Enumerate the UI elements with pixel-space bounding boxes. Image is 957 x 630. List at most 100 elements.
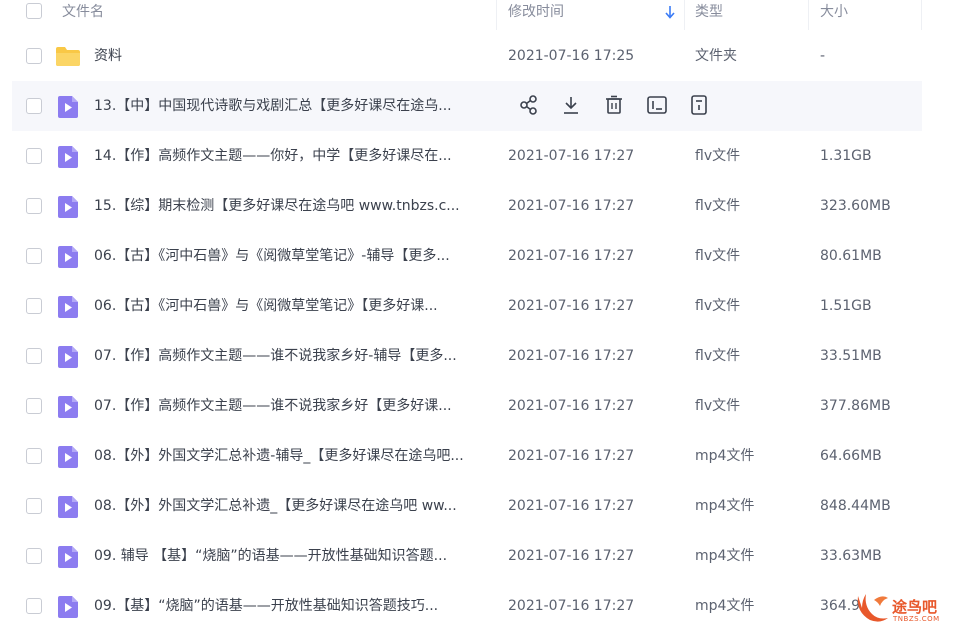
file-row[interactable]: 09.【基】“烧脑”的语基——开放性基础知识答题技巧... 2021-07-16 … [0,581,957,630]
video-file-icon [58,446,78,468]
video-file-icon [58,496,78,518]
file-name[interactable]: 06.【古】《河中石兽》与《阅微草堂笔记》-辅导【更多... [94,231,486,281]
row-checkbox[interactable] [26,198,42,214]
sort-desc-arrow-icon[interactable] [664,5,676,19]
column-type-header[interactable]: 类型 [695,0,723,28]
file-name[interactable]: 09.【基】“烧脑”的语基——开放性基础知识答题技巧... [94,581,486,630]
modified-time: 2021-07-16 17:27 [508,198,635,214]
file-row[interactable]: 14.【作】高频作文主题——你好，中学【更多好课尽在... 2021-07-16 … [0,131,957,181]
modified-time: 2021-07-16 17:27 [508,448,635,464]
row-checkbox[interactable] [26,548,42,564]
file-type: mp4文件 [695,448,755,464]
column-modified-header[interactable]: 修改时间 [508,0,564,28]
modified-time: 2021-07-16 17:27 [508,348,635,364]
row-checkbox[interactable] [26,498,42,514]
file-type: mp4文件 [695,548,755,564]
file-size: 33.63MB [820,548,882,564]
file-row-hovered[interactable]: 13.【中】中国现代诗歌与戏剧汇总【更多好课尽在途乌... [12,81,922,131]
file-type: flv文件 [695,348,741,364]
file-name[interactable]: 09. 辅导 【基】“烧脑”的语基——开放性基础知识答题... [94,531,486,581]
modified-time: 2021-07-16 17:27 [508,498,635,514]
video-file-icon [58,546,78,568]
file-size: 80.61MB [820,248,882,264]
file-row[interactable]: 07.【作】高频作文主题——谁不说我家乡好-辅导【更多... 2021-07-16… [0,331,957,381]
modified-time: 2021-07-16 17:27 [508,248,635,264]
folder-icon [56,47,80,66]
video-file-icon [58,596,78,618]
row-checkbox[interactable] [26,248,42,264]
file-type: 文件夹 [695,48,737,64]
video-file-icon [58,146,78,168]
row-checkbox[interactable] [26,298,42,314]
rename-icon[interactable] [646,94,668,116]
row-checkbox[interactable] [26,48,42,64]
file-name[interactable]: 资料 [94,31,486,81]
file-row[interactable]: 09. 辅导 【基】“烧脑”的语基——开放性基础知识答题... 2021-07-1… [0,531,957,581]
file-size: 1.51GB [820,298,872,314]
video-file-icon [58,396,78,418]
watermark-logo: 途鸟吧 TNBZS.COM [852,588,957,630]
column-divider [684,0,685,30]
modified-time: 2021-07-16 17:25 [508,48,635,64]
file-row[interactable]: 07.【作】高频作文主题——谁不说我家乡好【更多好课... 2021-07-16 … [0,381,957,431]
column-divider [921,0,922,30]
column-name-header[interactable]: 文件名 [62,0,104,28]
modified-time: 2021-07-16 17:27 [508,548,635,564]
file-size: 377.86MB [820,398,891,414]
file-row[interactable]: 06.【古】《河中石兽》与《阅微草堂笔记》-辅导【更多... 2021-07-16… [0,231,957,281]
file-row[interactable]: 06.【古】《河中石兽》与《阅微草堂笔记》【更多好课... 2021-07-16 … [0,281,957,331]
file-name[interactable]: 07.【作】高频作文主题——谁不说我家乡好-辅导【更多... [94,331,486,381]
modified-time: 2021-07-16 17:27 [508,298,635,314]
file-type: flv文件 [695,148,741,164]
file-size: 64.66MB [820,448,882,464]
file-name[interactable]: 07.【作】高频作文主题——谁不说我家乡好【更多好课... [94,381,486,431]
video-file-icon [58,246,78,268]
video-file-icon [58,346,78,368]
more-icon[interactable] [688,94,710,116]
file-type: flv文件 [695,198,741,214]
row-checkbox[interactable] [26,398,42,414]
file-size: 33.51MB [820,348,882,364]
file-name[interactable]: 14.【作】高频作文主题——你好，中学【更多好课尽在... [94,131,486,181]
file-name[interactable]: 06.【古】《河中石兽》与《阅微草堂笔记》【更多好课... [94,281,486,331]
modified-time: 2021-07-16 17:27 [508,398,635,414]
video-file-icon [58,296,78,318]
delete-icon[interactable] [603,94,625,116]
file-size: - [820,48,826,64]
video-file-icon [58,96,78,118]
row-checkbox[interactable] [26,348,42,364]
file-row[interactable]: 08.【外】外国文学汇总补遗_【更多好课尽在途乌吧 ww... 2021-07-1… [0,481,957,531]
file-name[interactable]: 08.【外】外国文学汇总补遗_【更多好课尽在途乌吧 ww... [94,481,486,531]
file-type: flv文件 [695,298,741,314]
file-type: mp4文件 [695,598,755,614]
file-list-header: 文件名 修改时间 类型 大小 [0,0,957,30]
column-divider [808,0,809,30]
column-divider [496,0,497,30]
watermark-text: 途鸟吧 [892,598,938,616]
file-row[interactable]: 15.【综】期末检测【更多好课尽在途乌吧 www.tnbzs.c... 2021-… [0,181,957,231]
file-type: flv文件 [695,398,741,414]
watermark-subtext: TNBZS.COM [893,615,940,623]
bird-logo-icon [857,594,888,622]
file-type: flv文件 [695,248,741,264]
file-row[interactable]: 资料 2021-07-16 17:25 文件夹 - [0,31,957,81]
select-all-checkbox[interactable] [26,3,42,19]
modified-time: 2021-07-16 17:27 [508,148,635,164]
share-icon[interactable] [518,94,540,116]
file-size: 848.44MB [820,498,891,514]
file-row[interactable]: 08.【外】外国文学汇总补遗-辅导_【更多好课尽在途乌吧... 2021-07-1… [0,431,957,481]
column-size-header[interactable]: 大小 [820,0,848,28]
row-checkbox[interactable] [26,148,42,164]
file-size: 323.60MB [820,198,891,214]
row-checkbox[interactable] [26,98,42,114]
row-checkbox[interactable] [26,448,42,464]
file-name[interactable]: 13.【中】中国现代诗歌与戏剧汇总【更多好课尽在途乌... [94,81,486,131]
file-name[interactable]: 15.【综】期末检测【更多好课尽在途乌吧 www.tnbzs.c... [94,181,486,231]
download-icon[interactable] [560,94,582,116]
file-size: 1.31GB [820,148,872,164]
modified-time: 2021-07-16 17:27 [508,598,635,614]
file-name[interactable]: 08.【外】外国文学汇总补遗-辅导_【更多好课尽在途乌吧... [94,431,486,481]
row-checkbox[interactable] [26,598,42,614]
video-file-icon [58,196,78,218]
file-type: mp4文件 [695,498,755,514]
